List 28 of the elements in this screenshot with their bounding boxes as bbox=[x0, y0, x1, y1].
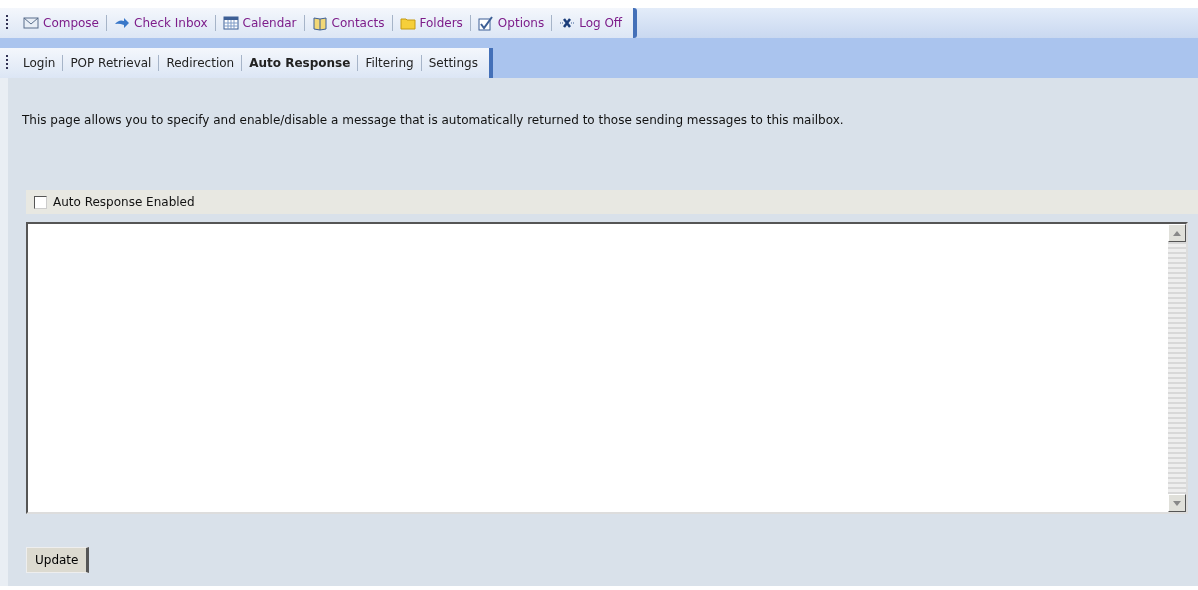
checkbox[interactable] bbox=[34, 195, 47, 209]
tab[interactable]: Login bbox=[16, 56, 63, 70]
toolbar-button[interactable]: Log Off bbox=[552, 15, 630, 31]
page-description: This page allows you to specify and enable/disable a message that is automatically returned to those sending messages to this mailbox. bbox=[22, 113, 845, 127]
tab[interactable]: POP Retrieval bbox=[63, 56, 159, 70]
calendar-icon bbox=[222, 15, 239, 31]
scroll-down-button[interactable] bbox=[1168, 494, 1186, 512]
tab[interactable]: Filtering bbox=[358, 56, 421, 70]
envelope-icon bbox=[23, 15, 39, 31]
toolbar-button[interactable]: Calendar bbox=[215, 15, 304, 31]
toolbar-button[interactable]: Folders bbox=[392, 15, 470, 31]
book-icon bbox=[311, 15, 328, 31]
scroll-up-button[interactable] bbox=[1168, 224, 1186, 242]
checkbox-label: Auto Response Enabled bbox=[53, 195, 195, 209]
tab[interactable]: Auto Response bbox=[242, 56, 358, 70]
toolbar-button[interactable]: Compose bbox=[16, 15, 106, 31]
tab[interactable]: Settings bbox=[421, 56, 485, 70]
up-triangle-icon bbox=[1173, 230, 1181, 236]
checkbox-icon bbox=[477, 15, 494, 31]
arrow-icon bbox=[114, 15, 130, 31]
toolbar-button[interactable]: Contacts bbox=[304, 15, 392, 31]
down-triangle-icon bbox=[1173, 500, 1181, 506]
toolbar-button[interactable]: Check Inbox bbox=[107, 15, 215, 31]
folder-icon bbox=[399, 15, 416, 31]
scrollbar[interactable] bbox=[1168, 224, 1186, 512]
update-button[interactable]: Update bbox=[26, 547, 90, 573]
tab[interactable]: Redirection bbox=[159, 56, 242, 70]
toolbar-button[interactable]: Options bbox=[470, 15, 552, 31]
